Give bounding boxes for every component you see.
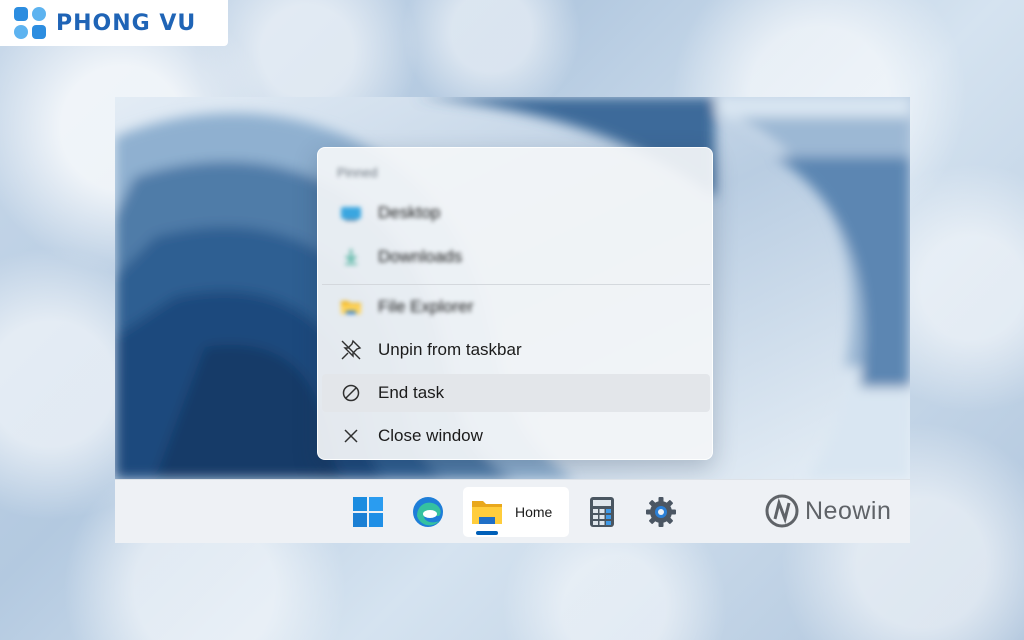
desktop-folder-icon xyxy=(340,202,362,224)
close-icon xyxy=(340,425,362,447)
neowin-logo-icon xyxy=(765,494,799,528)
file-explorer-icon xyxy=(340,296,362,318)
download-icon xyxy=(340,246,362,268)
brand-logo: PHONG VU xyxy=(0,0,228,46)
file-explorer-icon xyxy=(472,501,502,524)
taskbar-item-label: Home xyxy=(515,504,553,520)
menu-item-label: Close window xyxy=(378,426,483,445)
taskbar-edge-button[interactable] xyxy=(406,490,450,534)
pinned-section-title: Pinned xyxy=(337,165,378,180)
menu-item-close-window[interactable]: Close window xyxy=(322,417,710,455)
taskbar-calculator-button[interactable] xyxy=(580,490,624,534)
calculator-icon xyxy=(590,497,614,527)
menu-separator xyxy=(322,284,710,285)
menu-item-end-task[interactable]: End task xyxy=(322,374,710,412)
edge-browser-icon xyxy=(413,497,443,527)
phong-vu-logo-icon xyxy=(14,7,46,39)
taskbar-file-explorer-button[interactable]: Home xyxy=(463,487,569,537)
taskbar-settings-button[interactable] xyxy=(639,490,683,534)
menu-item-label: End task xyxy=(378,383,445,402)
windows-start-icon xyxy=(353,497,383,527)
unpin-icon xyxy=(340,339,362,361)
brand-name: PHONG VU xyxy=(56,10,197,36)
neowin-text: Neowin xyxy=(805,496,892,525)
menu-item-label: Unpin from taskbar xyxy=(378,340,522,359)
jump-list-context-menu: Pinned Desktop Downloads File Explorer U… xyxy=(317,147,713,460)
active-app-indicator xyxy=(476,531,498,535)
menu-item-desktop[interactable]: Desktop xyxy=(322,194,710,232)
end-task-icon xyxy=(340,382,362,404)
menu-item-label: File Explorer xyxy=(378,297,474,316)
neowin-watermark: Neowin xyxy=(765,494,891,528)
desktop-screenshot: Pinned Desktop Downloads File Explorer U… xyxy=(115,97,910,543)
taskbar-start-button[interactable] xyxy=(346,490,390,534)
settings-gear-icon xyxy=(646,497,676,527)
menu-item-label: Desktop xyxy=(378,203,441,222)
menu-item-file-explorer[interactable]: File Explorer xyxy=(322,288,710,326)
menu-item-unpin[interactable]: Unpin from taskbar xyxy=(322,331,710,369)
menu-item-label: Downloads xyxy=(378,247,463,266)
taskbar: Home Neowin xyxy=(115,479,910,543)
menu-item-downloads[interactable]: Downloads xyxy=(322,238,710,276)
